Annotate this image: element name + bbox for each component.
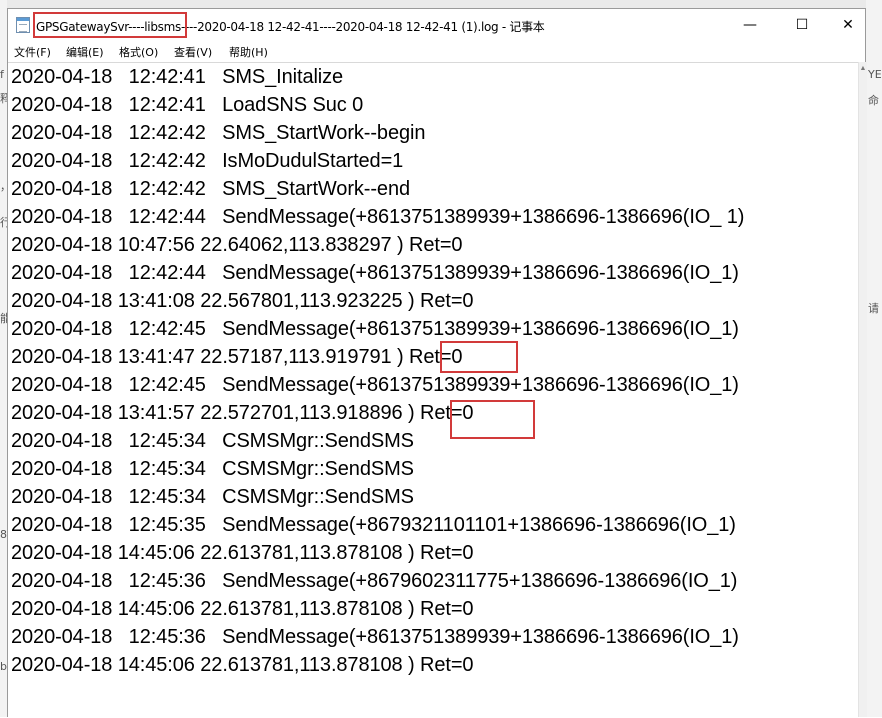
- menu-bar: 文件(F) 编辑(E) 格式(O) 查看(V) 帮助(H): [8, 41, 865, 61]
- scroll-up-arrow-icon[interactable]: ▲: [859, 64, 867, 74]
- background-window-right: YE 命 请: [866, 0, 882, 717]
- log-line: 2020-04-18 12:42:42 IsMoDudulStarted=1: [11, 150, 404, 172]
- log-line: 2020-04-18 12:42:42 SMS_StartWork--begin: [11, 122, 426, 144]
- log-line: 2020-04-18 12:45:34 CSMSMgr::SendSMS: [11, 430, 414, 452]
- log-line: 2020-04-18 14:45:06 22.613781,113.878108…: [11, 654, 474, 676]
- background-text-fragment: 命: [868, 94, 879, 107]
- log-line: 2020-04-18 14:45:06 22.613781,113.878108…: [11, 542, 474, 564]
- log-line: 2020-04-18 13:41:57 22.572701,113.918896…: [11, 402, 474, 424]
- log-line: 2020-04-18 12:42:45 SendMessage(+8613751…: [11, 318, 739, 340]
- maximize-button[interactable]: ☐: [779, 9, 825, 41]
- minimize-button[interactable]: —: [727, 9, 773, 41]
- menu-edit[interactable]: 编辑(E): [66, 44, 104, 60]
- annotation-highlight-box: [33, 12, 187, 38]
- background-window-edge: [0, 0, 882, 8]
- log-line: 2020-04-18 12:45:34 CSMSMgr::SendSMS: [11, 458, 414, 480]
- log-line: 2020-04-18 10:47:56 22.64062,113.838297 …: [11, 234, 463, 256]
- menu-file[interactable]: 文件(F): [14, 44, 51, 60]
- annotation-highlight-box: [450, 400, 535, 439]
- menu-view[interactable]: 查看(V): [174, 44, 212, 60]
- background-text-fragment: b: [0, 660, 7, 673]
- background-text-fragment: 请: [868, 302, 879, 315]
- background-text-fragment: f: [0, 68, 4, 81]
- log-line: 2020-04-18 12:45:35 SendMessage(+8679321…: [11, 514, 736, 536]
- background-text-fragment: YE: [868, 68, 882, 81]
- background-text-fragment: 8: [0, 528, 7, 541]
- annotation-highlight-box: [440, 341, 518, 373]
- title-bar[interactable]: GPSGatewaySvr----libsms----2020-04-18 12…: [8, 9, 865, 41]
- text-editor-area[interactable]: 2020-04-18 12:42:41 SMS_Initalize 2020-0…: [8, 62, 858, 718]
- notepad-icon: [16, 17, 30, 33]
- log-line: 2020-04-18 13:41:08 22.567801,113.923225…: [11, 290, 474, 312]
- log-line: 2020-04-18 14:45:06 22.613781,113.878108…: [11, 598, 474, 620]
- background-window-left: f 释 ， 行 能 8 b: [0, 0, 11, 717]
- vertical-scrollbar[interactable]: ▲: [858, 62, 867, 717]
- notepad-window: GPSGatewaySvr----libsms----2020-04-18 12…: [7, 8, 867, 718]
- log-line: 2020-04-18 12:45:36 SendMessage(+8679602…: [11, 570, 738, 592]
- log-line: 2020-04-18 12:45:36 SendMessage(+8613751…: [11, 626, 739, 648]
- log-line: 2020-04-18 12:45:34 CSMSMgr::SendSMS: [11, 486, 414, 508]
- close-button[interactable]: ✕: [825, 9, 871, 41]
- log-line: 2020-04-18 13:41:47 22.57187,113.919791 …: [11, 346, 463, 368]
- log-line: 2020-04-18 12:42:45 SendMessage(+8613751…: [11, 374, 739, 396]
- menu-format[interactable]: 格式(O): [119, 44, 158, 60]
- log-line: 2020-04-18 12:42:41 LoadSNS Suc 0: [11, 94, 364, 116]
- log-line: 2020-04-18 12:42:41 SMS_Initalize: [11, 66, 344, 88]
- menu-help[interactable]: 帮助(H): [229, 44, 268, 60]
- log-line: 2020-04-18 12:42:44 SendMessage(+8613751…: [11, 206, 745, 228]
- log-line: 2020-04-18 12:42:42 SMS_StartWork--end: [11, 178, 410, 200]
- log-line: 2020-04-18 12:42:44 SendMessage(+8613751…: [11, 262, 739, 284]
